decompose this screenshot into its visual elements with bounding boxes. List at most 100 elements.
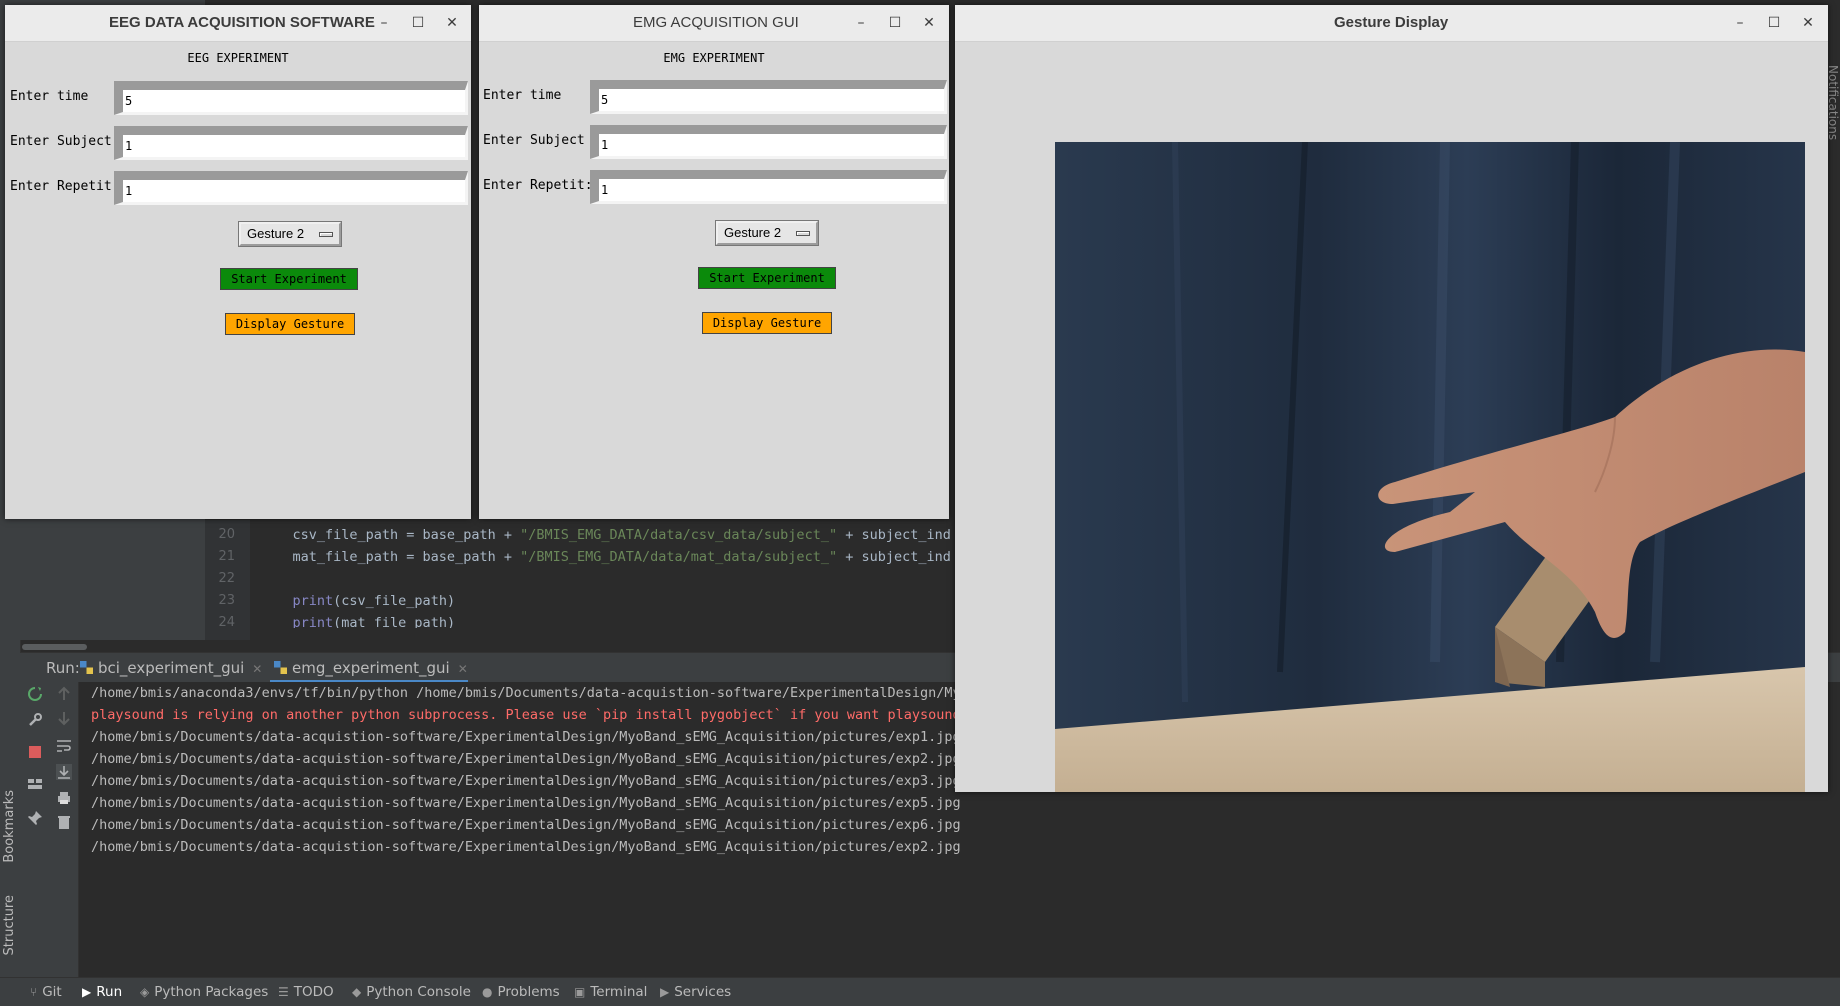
notifications-tab[interactable]: Notifications	[1826, 65, 1840, 140]
console-line: /home/bmis/Documents/data-acquistion-sof…	[91, 751, 961, 767]
line-number: 21	[218, 549, 235, 564]
time-input[interactable]: 5	[590, 80, 947, 114]
emg-window: EMG ACQUISITION GUI – ☐ ✕ EMG EXPERIMENT…	[479, 5, 949, 519]
gesture-select[interactable]: Gesture 2	[716, 221, 818, 245]
arrow-up-icon[interactable]	[56, 686, 72, 702]
run-toolbar-secondary	[50, 682, 79, 977]
close-icon[interactable]: ✕	[443, 14, 461, 32]
services-icon: ▶	[660, 985, 670, 999]
python-file-icon	[80, 661, 93, 674]
tab-label: bci_experiment_gui	[98, 659, 245, 677]
subject-label: Enter Subject	[10, 134, 112, 149]
tool-window-bar: ⑂ Git ▶ Run ◈ Python Packages ☰ TODO ◆ Python…	[0, 977, 1840, 1006]
code-line[interactable]: print(csv_file_path)	[260, 590, 456, 612]
gesture-select-value: Gesture 2	[724, 225, 782, 240]
play-icon: ▶	[82, 985, 92, 999]
print-icon[interactable]	[56, 790, 72, 806]
experiment-heading: EMG EXPERIMENT	[663, 51, 765, 65]
terminal-icon: ▣	[574, 985, 586, 999]
info-icon: ●	[482, 985, 493, 999]
window-title: EMG ACQUISITION GUI	[633, 14, 799, 31]
close-icon[interactable]: ✕	[920, 14, 938, 32]
close-icon[interactable]: ✕	[1799, 14, 1817, 32]
subject-input[interactable]: 1	[114, 126, 468, 160]
problems-tab[interactable]: ● Problems	[482, 978, 560, 1006]
structure-tab[interactable]: Structure	[2, 895, 17, 955]
close-icon[interactable]: ✕	[458, 662, 468, 676]
console-line: /home/bmis/Documents/data-acquistion-sof…	[91, 729, 961, 745]
display-gesture-button[interactable]: Display Gesture	[225, 313, 355, 335]
minimize-icon[interactable]: –	[1731, 14, 1749, 32]
python-console-tab[interactable]: ◆ Python Console	[352, 978, 471, 1006]
subject-input[interactable]: 1	[590, 125, 947, 159]
line-number: 24	[218, 615, 235, 628]
terminal-tab[interactable]: ▣ Terminal	[574, 978, 647, 1006]
repetit-label: Enter Repetit:	[483, 178, 593, 193]
minimize-icon[interactable]: –	[375, 14, 393, 32]
layout-icon[interactable]	[27, 776, 43, 792]
run-tab-emg[interactable]: emg_experiment_gui ✕	[270, 653, 468, 683]
list-icon: ☰	[278, 985, 289, 999]
tab-label: emg_experiment_gui	[292, 659, 450, 677]
subject-label: Enter Subject	[483, 133, 585, 148]
repetit-input[interactable]: 1	[590, 170, 947, 204]
python-packages-tab[interactable]: ◈ Python Packages	[140, 978, 268, 1006]
dropdown-indicator-icon	[319, 232, 333, 237]
run-tab-bci[interactable]: bci_experiment_gui ✕	[76, 653, 262, 683]
pin-icon[interactable]	[27, 810, 43, 826]
dropdown-indicator-icon	[796, 231, 810, 236]
console-line: /home/bmis/Documents/data-acquistion-sof…	[91, 817, 961, 833]
minimize-icon[interactable]: –	[852, 14, 870, 32]
maximize-icon[interactable]: ☐	[1765, 14, 1783, 32]
soft-wrap-icon[interactable]	[56, 738, 72, 754]
python-icon: ◆	[352, 985, 362, 999]
repetit-label: Enter Repetit	[10, 179, 112, 194]
git-icon: ⑂	[30, 985, 38, 999]
stop-icon[interactable]	[27, 744, 43, 760]
window-title: Gesture Display	[1334, 14, 1449, 31]
repetit-input[interactable]: 1	[114, 171, 468, 205]
console-line: /home/bmis/Documents/data-acquistion-sof…	[91, 795, 961, 811]
console-error-line: playsound is relying on another python s…	[91, 707, 961, 723]
close-icon[interactable]: ✕	[252, 662, 262, 676]
code-line[interactable]: mat_file_path = base_path + "/BMIS_EMG_D…	[260, 546, 951, 568]
arrow-down-icon[interactable]	[56, 710, 72, 726]
display-gesture-button[interactable]: Display Gesture	[702, 312, 832, 334]
eeg-window: EEG DATA ACQUISITION SOFTWARE – ☐ ✕ EEG …	[5, 5, 471, 519]
experiment-heading: EEG EXPERIMENT	[187, 51, 289, 65]
services-tab[interactable]: ▶ Services	[660, 978, 731, 1006]
maximize-icon[interactable]: ☐	[886, 14, 904, 32]
line-number: 22	[218, 571, 235, 586]
layers-icon: ◈	[140, 985, 150, 999]
console-line: /home/bmis/anaconda3/envs/tf/bin/python …	[91, 685, 969, 701]
gesture-image	[1055, 142, 1805, 792]
bookmarks-tab[interactable]: Bookmarks	[2, 790, 17, 863]
python-file-icon	[274, 661, 287, 674]
trash-icon[interactable]	[56, 814, 72, 830]
git-tab[interactable]: ⑂ Git	[30, 978, 62, 1006]
wrench-icon[interactable]	[27, 712, 43, 728]
horizontal-scrollbar[interactable]	[22, 644, 87, 650]
line-number: 20	[218, 527, 235, 542]
run-toolbar-primary	[20, 682, 50, 977]
start-experiment-button[interactable]: Start Experiment	[220, 268, 358, 290]
code-line[interactable]: print(mat_file_path)	[260, 612, 456, 628]
start-experiment-button[interactable]: Start Experiment	[698, 267, 836, 289]
eeg-titlebar[interactable]: EEG DATA ACQUISITION SOFTWARE – ☐ ✕	[5, 5, 471, 42]
emg-titlebar[interactable]: EMG ACQUISITION GUI – ☐ ✕	[479, 5, 949, 42]
gesture-select[interactable]: Gesture 2	[239, 222, 341, 246]
todo-tab[interactable]: ☰ TODO	[278, 978, 334, 1006]
run-tab[interactable]: ▶ Run	[82, 978, 122, 1006]
gesture-select-value: Gesture 2	[247, 226, 305, 241]
maximize-icon[interactable]: ☐	[409, 14, 427, 32]
rerun-icon[interactable]	[27, 686, 43, 702]
time-input[interactable]: 5	[114, 81, 468, 115]
time-label: Enter time	[483, 88, 562, 103]
scroll-to-end-icon[interactable]	[56, 764, 72, 780]
console-line: /home/bmis/Documents/data-acquistion-sof…	[91, 839, 961, 855]
code-line[interactable]: csv_file_path = base_path + "/BMIS_EMG_D…	[260, 524, 951, 546]
run-label: Run:	[46, 659, 80, 677]
console-line: /home/bmis/Documents/data-acquistion-sof…	[91, 773, 961, 789]
gesture-titlebar[interactable]: Gesture Display – ☐ ✕	[955, 5, 1828, 42]
line-number: 23	[218, 593, 235, 608]
